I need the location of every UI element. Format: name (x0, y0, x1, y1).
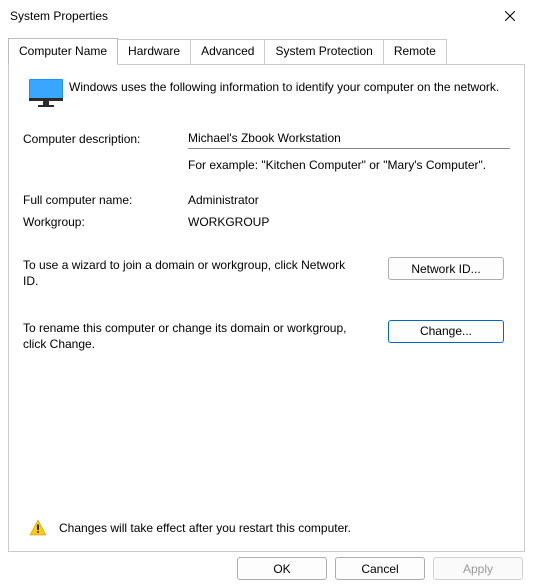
description-example: For example: "Kitchen Computer" or "Mary… (188, 157, 510, 173)
info-text: Windows uses the following information t… (69, 79, 510, 109)
tab-system-protection[interactable]: System Protection (265, 39, 383, 66)
change-text: To rename this computer or change its do… (23, 320, 388, 352)
tab-remote[interactable]: Remote (384, 39, 447, 66)
restart-warning: Changes will take effect after you resta… (23, 519, 510, 537)
label-workgroup: Workgroup: (23, 215, 188, 229)
titlebar: System Properties (0, 0, 533, 32)
network-id-text: To use a wizard to join a domain or work… (23, 257, 388, 289)
tab-panel-computer-name: Windows uses the following information t… (8, 64, 525, 552)
tab-hardware[interactable]: Hardware (118, 39, 191, 66)
restart-warning-text: Changes will take effect after you resta… (59, 521, 351, 535)
close-button[interactable] (487, 0, 533, 32)
value-workgroup: WORKGROUP (188, 215, 510, 229)
network-id-button[interactable]: Network ID... (388, 257, 504, 280)
close-icon (505, 11, 515, 21)
ok-button[interactable]: OK (237, 557, 327, 580)
label-computer-description: Computer description: (23, 132, 188, 146)
window-title: System Properties (10, 9, 108, 23)
computer-description-input[interactable] (188, 129, 510, 149)
monitor-icon (29, 79, 63, 109)
apply-button[interactable]: Apply (433, 557, 523, 580)
change-button[interactable]: Change... (388, 320, 504, 343)
tab-strip: Computer Name Hardware Advanced System P… (0, 32, 533, 65)
value-full-computer-name: Administrator (188, 193, 510, 207)
label-full-computer-name: Full computer name: (23, 193, 188, 207)
cancel-button[interactable]: Cancel (335, 557, 425, 580)
tab-computer-name[interactable]: Computer Name (8, 38, 118, 65)
tab-advanced[interactable]: Advanced (191, 39, 265, 66)
warning-icon (29, 519, 47, 537)
